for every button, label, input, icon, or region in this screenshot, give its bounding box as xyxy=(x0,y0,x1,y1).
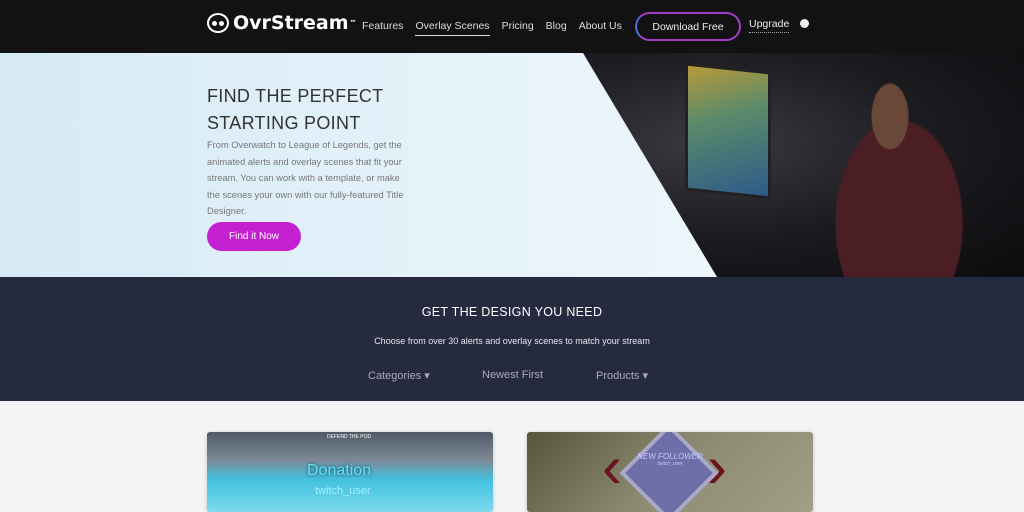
scene-card-donation[interactable]: DEFEND THE POD Donation twitch_user xyxy=(207,432,493,512)
brand-logo[interactable]: OvrStream ™ xyxy=(207,12,357,34)
find-it-now-button[interactable]: Find it Now xyxy=(207,222,301,251)
nav-blog[interactable]: Blog xyxy=(546,20,567,36)
upgrade-link[interactable]: Upgrade xyxy=(749,18,790,33)
top-nav: OvrStream ™ Features Overlay Scenes Prici… xyxy=(0,0,1024,53)
monitor xyxy=(685,62,771,200)
nav-overlay-scenes[interactable]: Overlay Scenes xyxy=(415,20,490,36)
user-circle-icon[interactable] xyxy=(800,19,809,28)
hero-description: From Overwatch to League of Legends, get… xyxy=(207,140,404,216)
nav-pricing[interactable]: Pricing xyxy=(502,20,534,36)
scene-card-new-follower[interactable]: ‹ › NEW FOLLOWER twitch_user xyxy=(527,432,813,512)
nav-links: Features Overlay Scenes Pricing Blog Abo… xyxy=(362,20,622,36)
chevron-left-icon: ‹ xyxy=(602,433,622,500)
logo-icon xyxy=(207,13,229,33)
newest-first-sort[interactable]: Newest First xyxy=(482,369,543,381)
hero-title: FIND THE PERFECT STARTING POINT xyxy=(207,86,384,133)
band-subtitle: Choose from over 30 alerts and overlay s… xyxy=(374,336,650,346)
products-dropdown[interactable]: Products ▾ xyxy=(596,369,648,382)
band-title: GET THE DESIGN YOU NEED xyxy=(421,305,603,319)
diamond-badge xyxy=(619,432,719,512)
design-band: GET THE DESIGN YOU NEED Choose from over… xyxy=(0,277,1024,401)
hero-section: FIND THE PERFECT STARTING POINT From Over… xyxy=(0,53,1024,277)
person xyxy=(800,63,980,277)
nav-about-us[interactable]: About Us xyxy=(579,20,622,36)
download-free-button[interactable]: Download Free xyxy=(635,12,741,41)
nav-features[interactable]: Features xyxy=(362,20,403,36)
categories-dropdown[interactable]: Categories ▾ xyxy=(368,369,430,382)
